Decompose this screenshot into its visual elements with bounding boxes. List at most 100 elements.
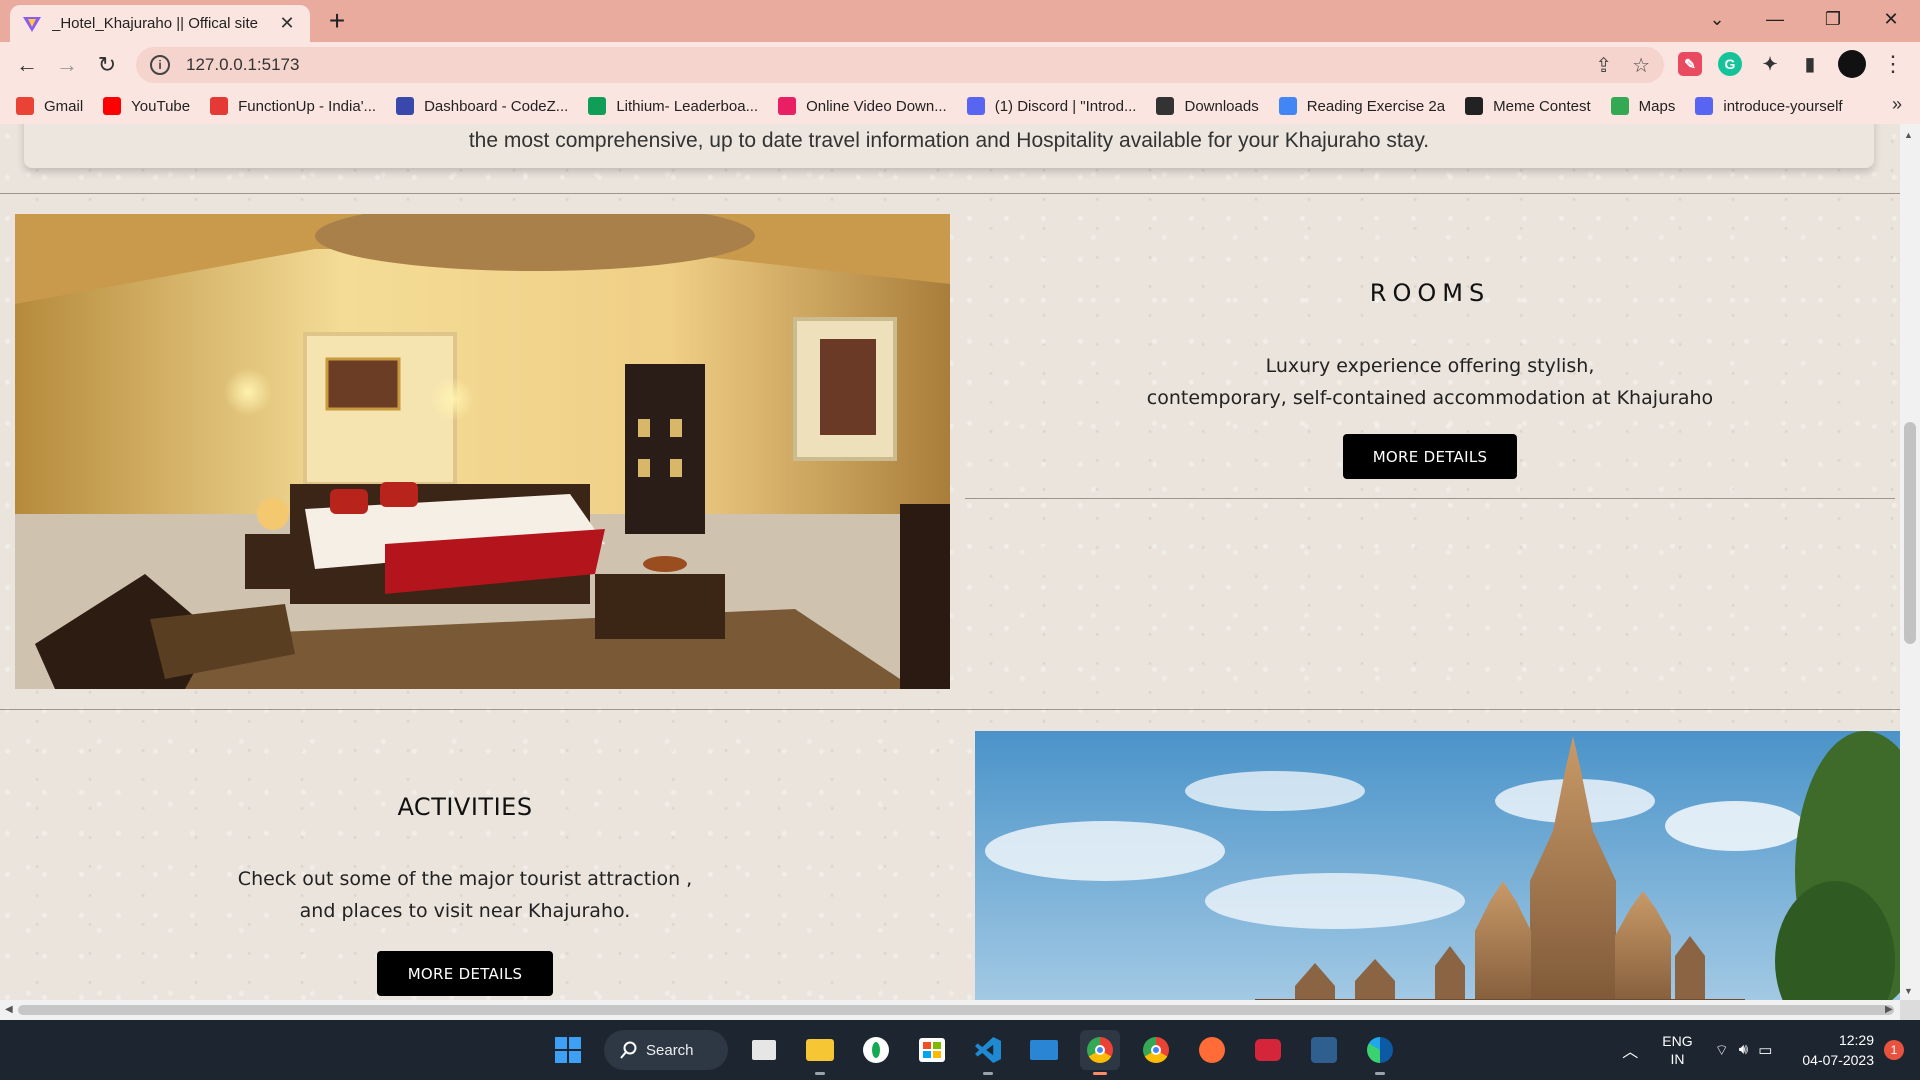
vertical-scroll-thumb[interactable]	[1904, 422, 1916, 644]
task-view-icon[interactable]	[744, 1030, 784, 1070]
bookmark-item[interactable]: YouTube	[103, 97, 190, 115]
share-icon[interactable]: ⇪	[1595, 53, 1612, 78]
restore-button[interactable]: ❐	[1804, 0, 1862, 38]
docs-icon	[1278, 97, 1297, 115]
minimize-button[interactable]: —	[1746, 0, 1804, 38]
scroll-down-icon[interactable]: ▼	[1904, 986, 1913, 996]
activities-temple-image	[975, 731, 1900, 1000]
scroll-right-icon[interactable]: ▶	[1885, 1004, 1893, 1015]
bookmark-item[interactable]: Downloads	[1156, 97, 1259, 115]
bookmark-item[interactable]: (1) Discord | "Introd...	[966, 97, 1136, 115]
horizontal-scrollbar[interactable]: ◀ ▶	[0, 1000, 1900, 1020]
activities-description: Check out some of the major tourist attr…	[125, 863, 805, 927]
edge-icon[interactable]	[1360, 1030, 1400, 1075]
screen-recorder-icon[interactable]	[1248, 1030, 1288, 1070]
chrome-icon[interactable]	[1080, 1030, 1120, 1075]
intro-text: the most comprehensive, up to date trave…	[468, 129, 1430, 152]
language-indicator[interactable]: ENG IN	[1662, 1032, 1692, 1068]
bookmark-item[interactable]: Reading Exercise 2a	[1278, 97, 1446, 115]
bookmark-item[interactable]: FunctionUp - India'...	[210, 97, 376, 115]
taskbar-search[interactable]: Search	[604, 1030, 728, 1070]
new-tab-button[interactable]: +	[322, 6, 352, 36]
wifi-icon[interactable]: ⌔	[1715, 1041, 1729, 1060]
activities-title: ACTIVITIES	[397, 793, 533, 821]
discord-icon	[966, 97, 985, 115]
tab-close-icon[interactable]: ✕	[276, 13, 298, 34]
chrome-profile-icon[interactable]	[1136, 1030, 1176, 1070]
tab-search-icon[interactable]: ⌄	[1688, 0, 1746, 38]
bookmark-label: Downloads	[1184, 97, 1259, 115]
tray-icons[interactable]: ⌔ 🔊︎ ▭	[1715, 1041, 1773, 1060]
bookmark-label: introduce-yourself	[1723, 97, 1843, 115]
url-text[interactable]: 127.0.0.1:5173	[186, 55, 299, 75]
maps-icon	[1610, 97, 1629, 115]
rooms-divider	[965, 498, 1895, 499]
side-panel-icon[interactable]: ▮	[1798, 52, 1822, 76]
bookmarks-more-icon[interactable]: »	[1892, 94, 1902, 115]
activities-more-details-button[interactable]: MORE DETAILS	[377, 951, 553, 996]
taskbar-apps: Search	[548, 1030, 1400, 1075]
mail-icon[interactable]	[1024, 1030, 1064, 1070]
file-explorer-icon[interactable]	[800, 1030, 840, 1075]
tray-chevron-up-icon[interactable]: ︿	[1622, 1038, 1638, 1062]
vscode-icon[interactable]	[968, 1030, 1008, 1075]
extension-red-icon[interactable]: ✎	[1678, 52, 1702, 76]
rooms-description: Luxury experience offering stylish, cont…	[980, 350, 1880, 414]
activities-desc-line2: and places to visit near Khajuraho.	[299, 900, 631, 922]
forward-button[interactable]: →	[52, 50, 82, 80]
bookmark-item[interactable]: Maps	[1610, 97, 1676, 115]
bookmark-label: Maps	[1638, 97, 1676, 115]
grammarly-icon[interactable]: G	[1718, 52, 1742, 76]
start-button[interactable]	[548, 1030, 588, 1070]
volume-icon[interactable]: 🔊︎	[1739, 1041, 1748, 1060]
browser-tab[interactable]: _Hotel_Khajuraho || Offical site ✕	[10, 5, 310, 42]
profile-avatar[interactable]	[1838, 50, 1866, 78]
bookmark-item[interactable]: Online Video Down...	[778, 97, 947, 115]
close-window-button[interactable]: ✕	[1862, 0, 1920, 38]
bookmark-item[interactable]: introduce-yourself	[1695, 97, 1843, 115]
download-icon	[1156, 97, 1175, 115]
address-bar[interactable]: i 127.0.0.1:5173 ⇪ ☆	[136, 47, 1664, 83]
clock-time: 12:29	[1838, 1032, 1874, 1048]
notification-badge[interactable]: 1	[1884, 1040, 1904, 1060]
reload-button[interactable]: ↻	[92, 50, 122, 80]
tab-title: _Hotel_Khajuraho || Offical site	[52, 15, 258, 32]
battery-icon[interactable]: ▭	[1758, 1041, 1772, 1060]
extensions-puzzle-icon[interactable]: ✦	[1758, 52, 1782, 76]
rooms-desc-line1: Luxury experience offering stylish,	[1265, 355, 1595, 377]
bookmark-item[interactable]: Lithium- Leaderboa...	[588, 97, 758, 115]
activities-desc-line1: Check out some of the major tourist attr…	[237, 868, 693, 890]
scroll-left-icon[interactable]: ◀	[5, 1004, 13, 1015]
bookmark-item[interactable]: Meme Contest	[1465, 97, 1591, 115]
bookmark-star-icon[interactable]: ☆	[1632, 53, 1650, 78]
mongodb-compass-icon[interactable]	[856, 1030, 896, 1070]
horizontal-scroll-thumb[interactable]	[18, 1005, 1894, 1015]
bookmark-label: Online Video Down...	[806, 97, 947, 115]
notion-icon	[1465, 97, 1484, 115]
discord-icon	[1695, 97, 1714, 115]
bookmark-item[interactable]: Dashboard - CodeZ...	[396, 97, 568, 115]
menu-kebab-icon[interactable]: ⋮	[1882, 51, 1904, 77]
bookmark-label: YouTube	[131, 97, 191, 115]
bookmark-label: Reading Exercise 2a	[1306, 97, 1446, 115]
browser-toolbar: ← → ↻ i 127.0.0.1:5173 ⇪ ☆ ✎ G ✦ ▮ ⋮	[0, 42, 1920, 88]
section-divider-2	[0, 709, 1900, 710]
microsoft-store-icon[interactable]	[912, 1030, 952, 1070]
site-info-icon[interactable]: i	[150, 55, 170, 75]
snipping-tool-icon[interactable]	[1304, 1030, 1344, 1070]
vertical-scrollbar[interactable]: ▲ ▼	[1900, 124, 1920, 1000]
scroll-up-icon[interactable]: ▲	[1904, 130, 1913, 140]
bookmark-label: Gmail	[44, 97, 84, 115]
youtube-icon	[103, 97, 122, 115]
clock[interactable]: 12:29 04-07-2023	[1802, 1030, 1874, 1070]
postman-icon[interactable]	[1192, 1030, 1232, 1070]
browser-titlebar: _Hotel_Khajuraho || Offical site ✕ + ⌄ —…	[0, 0, 1920, 42]
window-controls: ⌄ — ❐ ✕	[1688, 0, 1920, 38]
gmail-icon	[16, 97, 34, 115]
intro-card: the most comprehensive, up to date trave…	[24, 124, 1874, 168]
back-button[interactable]: ←	[12, 50, 42, 80]
scroll-corner	[1900, 1000, 1920, 1020]
rooms-more-details-button[interactable]: MORE DETAILS	[1343, 434, 1517, 479]
system-tray: ︿ ENG IN ⌔ 🔊︎ ▭ 12:29 04-07-2023 1	[1622, 1020, 1920, 1080]
bookmark-item[interactable]: Gmail	[16, 97, 83, 115]
